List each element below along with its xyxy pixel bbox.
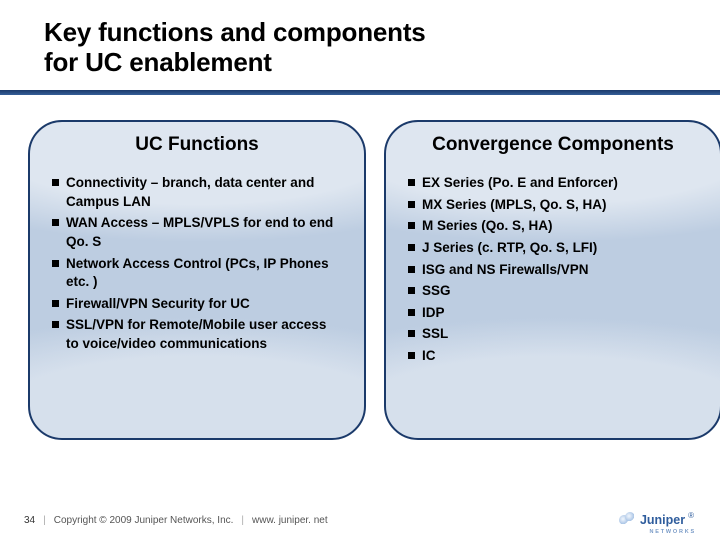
list-item: IC	[408, 347, 698, 366]
logo-text: Juniper	[640, 513, 685, 527]
title-line-1: Key functions and components	[44, 17, 426, 47]
right-card: Convergence Components EX Series (Po. E …	[384, 120, 720, 440]
slide: Key functions and components for UC enab…	[0, 0, 720, 540]
footer-separator: |	[43, 515, 46, 526]
body: UC Functions Connectivity – branch, data…	[0, 120, 720, 440]
footer: 34 | Copyright © 2009 Juniper Networks, …	[0, 512, 720, 528]
list-item: WAN Access – MPLS/VPLS for end to end Qo…	[52, 214, 342, 251]
list-item: MX Series (MPLS, Qo. S, HA)	[408, 196, 698, 215]
footer-separator: |	[241, 515, 244, 526]
list-item: EX Series (Po. E and Enforcer)	[408, 174, 698, 193]
footer-url: www. juniper. net	[252, 515, 328, 526]
right-card-heading: Convergence Components	[386, 134, 720, 156]
list-item: IDP	[408, 304, 698, 323]
left-list: Connectivity – branch, data center and C…	[52, 174, 342, 354]
juniper-leaf-icon	[619, 512, 635, 528]
left-card-heading: UC Functions	[30, 134, 364, 156]
slide-title: Key functions and components for UC enab…	[0, 0, 720, 84]
logo-subtext: NETWORKS	[650, 529, 696, 535]
right-list: EX Series (Po. E and Enforcer) MX Series…	[408, 174, 698, 366]
registered-mark: ®	[688, 511, 694, 520]
list-item: M Series (Qo. S, HA)	[408, 217, 698, 236]
list-item: SSL/VPN for Remote/Mobile user access to…	[52, 316, 342, 353]
list-item: ISG and NS Firewalls/VPN	[408, 261, 698, 280]
list-item: Firewall/VPN Security for UC	[52, 295, 342, 314]
copyright-text: Copyright © 2009 Juniper Networks, Inc.	[54, 515, 234, 526]
list-item: Connectivity – branch, data center and C…	[52, 174, 342, 211]
list-item: SSG	[408, 282, 698, 301]
page-number: 34	[24, 515, 35, 526]
left-card: UC Functions Connectivity – branch, data…	[28, 120, 366, 440]
list-item: SSL	[408, 325, 698, 344]
juniper-logo: Juniper ® NETWORKS	[619, 512, 696, 528]
title-underline	[0, 90, 720, 95]
list-item: Network Access Control (PCs, IP Phones e…	[52, 255, 342, 292]
title-line-2: for UC enablement	[44, 47, 272, 77]
list-item: J Series (c. RTP, Qo. S, LFI)	[408, 239, 698, 258]
